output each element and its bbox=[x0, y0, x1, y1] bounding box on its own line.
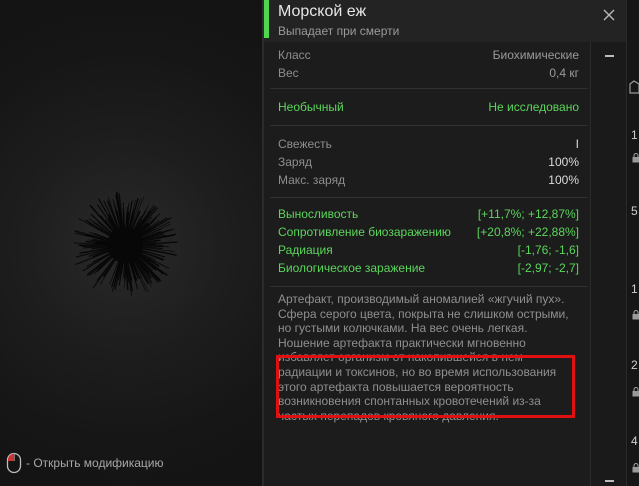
close-button[interactable] bbox=[598, 4, 620, 26]
condition-row: Заряд 100% bbox=[278, 153, 579, 171]
inventory-count: 1 bbox=[631, 282, 638, 296]
description-line: возникновения спонтанных кровотечений из… bbox=[278, 394, 541, 409]
effect-value: [+11,7%; +12,87%] bbox=[477, 207, 579, 221]
spec-value: 0,4 кг bbox=[549, 66, 579, 80]
rarity-label: Необычный bbox=[278, 100, 344, 114]
effect-row: Биологическое заражение [-2,97; -2,7] bbox=[278, 259, 579, 277]
item-title: Морской еж bbox=[278, 3, 367, 20]
condition-label: Заряд bbox=[278, 155, 312, 169]
condition-label: Макс. заряд bbox=[278, 173, 346, 187]
rarity-accent-bar bbox=[264, 0, 269, 38]
effect-label: Выносливость bbox=[278, 207, 359, 221]
inventory-strip bbox=[626, 0, 639, 486]
inventory-count: 5 bbox=[631, 204, 638, 218]
effect-row: Выносливость [+11,7%; +12,87%] bbox=[278, 205, 579, 223]
tooltip-scrollbar[interactable] bbox=[590, 42, 626, 486]
scroll-up-marker[interactable] bbox=[605, 55, 614, 57]
inventory-count: 2 bbox=[631, 358, 638, 372]
specs-section: Класс Биохимические Вес 0,4 кг bbox=[270, 42, 588, 89]
condition-value: 100% bbox=[548, 173, 579, 187]
description-line: Ношение артефакта практически мгновенно bbox=[278, 335, 526, 350]
condition-value: 100% bbox=[548, 155, 579, 169]
spec-row: Вес 0,4 кг bbox=[278, 64, 579, 82]
description-line: радиации и токсинов, но во время использ… bbox=[278, 364, 557, 379]
spec-value: Биохимические bbox=[492, 48, 579, 62]
effects-section: Выносливость [+11,7%; +12,87%] Сопротивл… bbox=[270, 198, 588, 287]
lock-icon bbox=[632, 387, 639, 397]
research-status: Не исследовано bbox=[488, 100, 579, 114]
effect-label: Радиация bbox=[278, 243, 333, 257]
effect-value: [-2,97; -2,7] bbox=[517, 261, 579, 275]
condition-label: Свежесть bbox=[278, 137, 332, 151]
hint-text: - Открыть модификацию bbox=[26, 456, 164, 470]
item-subtitle: Выпадает при смерти bbox=[278, 24, 400, 38]
close-icon bbox=[603, 9, 615, 21]
spec-row: Класс Биохимические bbox=[278, 46, 579, 64]
lock-icon bbox=[632, 463, 639, 473]
description-line: частых перепадов кровяного давления. bbox=[278, 408, 499, 423]
mouse-icon bbox=[6, 452, 22, 474]
open-modification-hint[interactable]: - Открыть модификацию bbox=[6, 452, 164, 474]
lock-icon bbox=[632, 153, 639, 163]
item-description: Артефакт, производимый аномалией «жгучий… bbox=[270, 287, 588, 423]
sea-urchin-artifact-image bbox=[73, 191, 178, 296]
condition-row: Макс. заряд 100% bbox=[278, 171, 579, 189]
inventory-count: 1 bbox=[631, 128, 638, 142]
item-preview bbox=[0, 0, 262, 486]
inventory-count: 4 bbox=[631, 434, 638, 448]
condition-section: Свежесть I Заряд 100% Макс. заряд 100% bbox=[270, 126, 588, 198]
scroll-down-marker[interactable] bbox=[605, 480, 614, 482]
effect-row: Сопротивление биозаражению [+20,8%; +22,… bbox=[278, 223, 579, 241]
description-line: избавляет организм от накопившейся в нем bbox=[278, 350, 523, 365]
spec-label: Вес bbox=[278, 66, 299, 80]
lock-icon bbox=[632, 310, 639, 320]
description-line: этого артефакта повышается вероятность bbox=[278, 379, 514, 394]
effect-row: Радиация [-1,76; -1,6] bbox=[278, 241, 579, 259]
effect-value: [-1,76; -1,6] bbox=[517, 243, 579, 257]
rarity-row: Необычный Не исследовано bbox=[278, 98, 579, 116]
description-line: Сфера серого цвета, покрыта не слишком о… bbox=[278, 306, 569, 321]
effect-label: Сопротивление биозаражению bbox=[278, 225, 451, 239]
condition-value: I bbox=[575, 137, 579, 151]
tooltip-content: Класс Биохимические Вес 0,4 кг Необычный… bbox=[270, 42, 588, 423]
condition-row: Свежесть I bbox=[278, 135, 579, 153]
description-line: но густыми колючками. На вес очень легка… bbox=[278, 321, 528, 336]
rarity-section: Необычный Не исследовано bbox=[270, 89, 588, 126]
spec-label: Класс bbox=[278, 48, 311, 62]
description-line: Артефакт, производимый аномалией «жгучий… bbox=[278, 292, 565, 306]
effect-value: [+20,8%; +22,88%] bbox=[476, 225, 579, 239]
gem-icon bbox=[629, 80, 639, 94]
effect-label: Биологическое заражение bbox=[278, 261, 426, 275]
